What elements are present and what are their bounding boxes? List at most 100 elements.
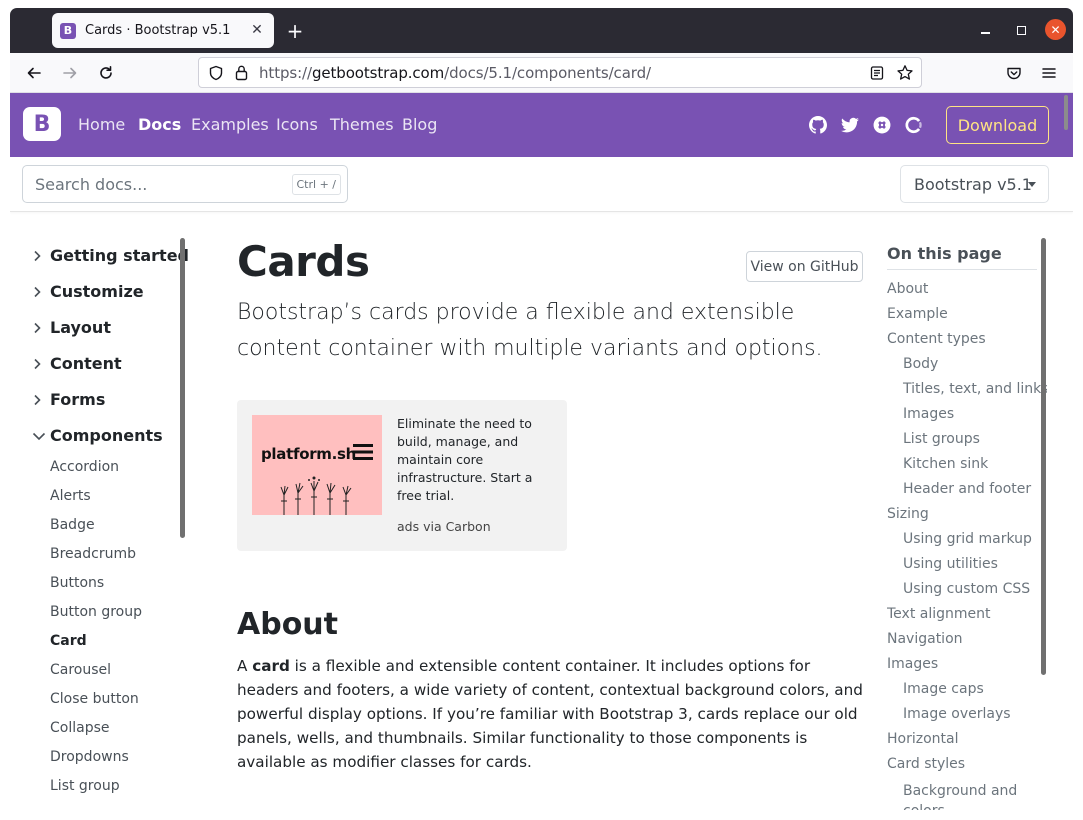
toc-link-background-colors[interactable]: Background and colors: [903, 781, 1023, 810]
minimize-window-icon[interactable]: [975, 20, 995, 40]
toc-link-about[interactable]: About: [887, 281, 928, 297]
toc-link-header-footer[interactable]: Header and footer: [903, 481, 1031, 497]
ad-poweredby-link[interactable]: ads via Carbon: [397, 519, 491, 534]
page-viewport: B Home Docs Examples Icons Themes Blog D…: [10, 93, 1073, 810]
toc-link-kitchen-sink[interactable]: Kitchen sink: [903, 456, 988, 472]
section-heading-about: About: [237, 607, 339, 642]
sidebar-link-breadcrumb[interactable]: Breadcrumb: [50, 546, 136, 562]
about-text-bold: card: [252, 657, 290, 675]
toc-link-text-alignment[interactable]: Text alignment: [887, 606, 991, 622]
toc-link-images[interactable]: Images: [903, 406, 954, 422]
raised-hands-illustration-icon: [280, 476, 352, 515]
sidebar-link-carousel[interactable]: Carousel: [50, 662, 111, 678]
sidebar-link-alerts[interactable]: Alerts: [50, 488, 91, 504]
new-tab-icon[interactable]: +: [283, 19, 307, 43]
toc-link-sizing[interactable]: Sizing: [887, 506, 929, 522]
toc-link-body[interactable]: Body: [903, 356, 938, 372]
search-shortcut-hint: Ctrl + /: [291, 174, 341, 195]
sidebar-group-components[interactable]: Components: [32, 426, 163, 445]
toc-link-example[interactable]: Example: [887, 306, 948, 322]
nav-docs[interactable]: Docs: [138, 115, 181, 134]
nav-examples[interactable]: Examples: [191, 115, 269, 134]
lock-icon[interactable]: [234, 64, 249, 85]
chevron-down-icon: [32, 430, 50, 442]
toc-link-image-overlays[interactable]: Image overlays: [903, 706, 1011, 722]
page-scrollbar[interactable]: [1064, 95, 1068, 130]
toc-link-grid-markup[interactable]: Using grid markup: [903, 531, 1032, 547]
page-lead: Bootstrap’s cards provide a flexible and…: [237, 300, 823, 361]
back-arrow-icon[interactable]: [22, 61, 46, 85]
view-on-github-button[interactable]: View on GitHub: [746, 251, 863, 282]
nav-blog[interactable]: Blog: [402, 115, 437, 134]
sidebar-group-layout[interactable]: Layout: [32, 318, 111, 337]
maximize-window-icon[interactable]: [1011, 20, 1031, 40]
toc-scrollbar[interactable]: [1041, 238, 1046, 675]
toc-link-custom-css[interactable]: Using custom CSS: [903, 581, 1030, 597]
nav-icons[interactable]: Icons: [276, 115, 318, 134]
download-button[interactable]: Download: [946, 106, 1049, 144]
ad-image[interactable]: platform.sh: [252, 415, 382, 515]
bootstrap-logo[interactable]: B: [23, 107, 61, 141]
twitter-icon[interactable]: [841, 116, 859, 134]
sidebar-group-content[interactable]: Content: [32, 354, 122, 373]
nav-home[interactable]: Home: [78, 115, 125, 134]
sidebar-group-forms[interactable]: Forms: [32, 390, 105, 409]
toc-link-images-section[interactable]: Images: [887, 656, 938, 672]
sidebar-group-label: Components: [50, 426, 163, 445]
version-dropdown[interactable]: Bootstrap v5.1: [900, 165, 1049, 203]
toc-link-image-caps[interactable]: Image caps: [903, 681, 984, 697]
forward-arrow-icon[interactable]: [58, 61, 82, 85]
sidebar-group-label: Layout: [50, 318, 111, 337]
toc-divider: [887, 269, 1037, 270]
hamburger-menu-icon[interactable]: [1037, 61, 1061, 85]
close-tab-icon[interactable]: ✕: [248, 21, 266, 39]
sidebar-link-list-group[interactable]: List group: [50, 778, 120, 794]
search-input[interactable]: Search docs... Ctrl + /: [22, 165, 348, 203]
bootstrap-favicon-icon: B: [60, 22, 76, 39]
sidebar-link-buttons[interactable]: Buttons: [50, 575, 104, 591]
toc-link-navigation[interactable]: Navigation: [887, 631, 963, 647]
toc-link-content-types[interactable]: Content types: [887, 331, 986, 347]
sidebar-link-collapse[interactable]: Collapse: [50, 720, 110, 736]
sidebar-link-card[interactable]: Card: [50, 633, 87, 649]
url-text[interactable]: https://getbootstrap.com/docs/5.1/compon…: [259, 64, 651, 82]
version-label: Bootstrap v5.1: [914, 174, 1032, 194]
chevron-right-icon: [32, 322, 50, 334]
toc-link-list-groups[interactable]: List groups: [903, 431, 980, 447]
toc-link-horizontal[interactable]: Horizontal: [887, 731, 958, 747]
close-window-icon[interactable]: ✕: [1045, 19, 1066, 40]
reader-view-icon[interactable]: [869, 65, 885, 85]
nav-themes[interactable]: Themes: [330, 115, 394, 134]
sidebar-group-getting-started[interactable]: Getting started: [32, 246, 189, 265]
about-paragraph: A card is a flexible and extensible cont…: [237, 654, 865, 774]
about-text-start: A: [237, 657, 253, 675]
about-text-rest: is a flexible and extensible content con…: [237, 657, 863, 771]
browser-tab-active[interactable]: B Cards · Bootstrap v5.1 ✕: [52, 13, 274, 48]
github-icon[interactable]: [809, 116, 827, 134]
open-collective-icon[interactable]: [905, 116, 923, 134]
chevron-right-icon: [32, 286, 50, 298]
sidebar-link-close-button[interactable]: Close button: [50, 691, 139, 707]
address-bar[interactable]: https://getbootstrap.com/docs/5.1/compon…: [198, 57, 922, 88]
toc-link-titles-text-links[interactable]: Titles, text, and links: [903, 381, 1047, 397]
sidebar-link-dropdowns[interactable]: Dropdowns: [50, 749, 129, 765]
ad-text[interactable]: Eliminate the need to build, manage, and…: [397, 415, 557, 505]
slack-icon[interactable]: [873, 116, 891, 134]
carbon-ad[interactable]: platform.sh Eliminate the need to build,…: [237, 400, 567, 551]
bookmark-star-icon[interactable]: [896, 64, 914, 86]
sidebar-scrollbar[interactable]: [180, 238, 185, 538]
reload-icon[interactable]: [94, 61, 118, 85]
url-path: /docs/5.1/components/card/: [444, 64, 651, 82]
sidebar-group-customize[interactable]: Customize: [32, 282, 144, 301]
toc-link-card-styles[interactable]: Card styles: [887, 756, 965, 772]
page-title: Cards: [237, 237, 370, 286]
sidebar-link-badge[interactable]: Badge: [50, 517, 95, 533]
sidebar-group-label: Forms: [50, 390, 106, 409]
toc-link-utilities[interactable]: Using utilities: [903, 556, 998, 572]
sidebar-link-accordion[interactable]: Accordion: [50, 459, 119, 475]
platform-sh-logo: platform.sh: [261, 445, 357, 463]
sidebar-link-button-group[interactable]: Button group: [50, 604, 142, 620]
shield-icon[interactable]: [208, 65, 224, 85]
url-scheme: https://: [259, 64, 312, 82]
pocket-icon[interactable]: [1002, 61, 1026, 85]
